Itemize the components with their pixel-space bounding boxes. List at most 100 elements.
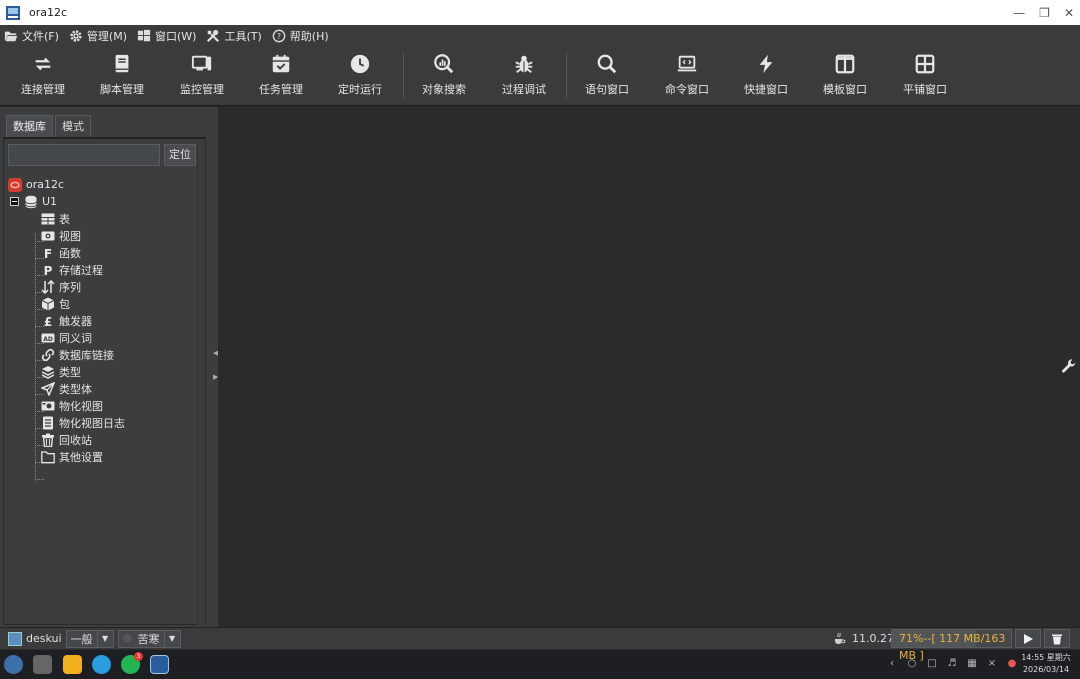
file-manager-icon[interactable] (63, 655, 82, 674)
tray-expand-icon[interactable]: ‹ (886, 658, 898, 670)
tree-item-other-settings[interactable]: 其他设置 (40, 448, 103, 465)
tree-item-recycle-bin[interactable]: 回收站 (40, 431, 92, 448)
materialized-view-icon (40, 398, 56, 414)
java-cup-icon (835, 632, 846, 644)
clock-date: 2026/03/14 (1022, 665, 1070, 674)
close-icon[interactable]: ✕ (1064, 6, 1074, 20)
tree-item-packages[interactable]: 包 (40, 295, 70, 312)
clock-time: 14:55 星期六 (1021, 653, 1071, 662)
tree-item-label: 其他设置 (59, 450, 103, 464)
tray-notify-icon[interactable]: □ (926, 658, 938, 670)
tool-monitor-manager[interactable]: 监控管理 (162, 46, 242, 106)
version-info: 11.0.27 (832, 631, 894, 645)
search-chart-icon (434, 54, 454, 74)
calendar-check-icon (272, 54, 290, 73)
tree-item-materialized-views[interactable]: 物化视图 (40, 397, 103, 414)
mode-select[interactable]: 一般 ▼ (65, 629, 114, 648)
menu-tools[interactable]: 工具(T) (206, 28, 262, 44)
function-icon: F (40, 245, 56, 261)
tool-shortcut-window[interactable]: 快捷窗口 (726, 46, 806, 106)
wrench-icon[interactable] (1061, 359, 1077, 375)
svg-text:£: £ (44, 315, 52, 328)
bug-icon (515, 55, 533, 73)
tool-label: 定时运行 (338, 83, 382, 96)
tree-item-type-bodies[interactable]: 类型体 (40, 380, 92, 397)
menu-file[interactable]: 文件(F) (4, 28, 59, 44)
multitask-view-icon[interactable] (33, 655, 52, 674)
chat-app-icon[interactable]: 3 (121, 652, 143, 674)
tray-volume-icon[interactable]: ♬ (946, 658, 958, 670)
tool-scheduled-run[interactable]: 定时运行 (320, 46, 400, 106)
tool-command-window[interactable]: 命令窗口 (647, 46, 727, 106)
layers-icon (40, 364, 56, 380)
tree-item-triggers[interactable]: £ 触发器 (40, 312, 92, 329)
monitor-icon (191, 55, 212, 71)
tree-item-label: 回收站 (59, 433, 92, 447)
tray-keyboard-icon[interactable]: ▦ (966, 658, 978, 670)
tool-template-window[interactable]: 模板窗口 (805, 46, 885, 106)
tool-statement-window[interactable]: 语句窗口 (567, 46, 647, 106)
tool-object-search[interactable]: 对象搜索 (404, 46, 484, 106)
link-icon (40, 347, 56, 363)
paper-plane-icon (40, 381, 56, 397)
memory-usage-bar[interactable]: 71%--[ 117 MB/163 MB ] (891, 629, 1012, 662)
package-cube-icon (40, 296, 56, 312)
columns-icon (835, 54, 855, 74)
tree-item-label: 物化视图日志 (59, 416, 125, 430)
minimize-icon[interactable]: — (1013, 6, 1025, 20)
menu-manage[interactable]: 管理(M) (69, 28, 127, 44)
tree-item-mview-logs[interactable]: 物化视图日志 (40, 414, 125, 431)
locate-button[interactable]: 定位 (164, 144, 196, 166)
tab-database[interactable]: 数据库 (6, 115, 53, 137)
folder-icon (40, 449, 56, 465)
tool-label: 语句窗口 (585, 83, 629, 96)
start-menu-icon[interactable] (4, 655, 23, 674)
system-clock[interactable]: 14:55 星期六 2026/03/14 (1020, 652, 1072, 676)
tool-procedure-debug[interactable]: 过程调试 (484, 46, 564, 106)
tree-node-root[interactable]: ora12c (7, 176, 64, 193)
laptop-code-icon (677, 55, 697, 72)
tree-item-db-links[interactable]: 数据库链接 (40, 346, 114, 363)
tree-item-label: 序列 (59, 280, 81, 294)
user-icon (8, 631, 22, 646)
tree-item-tables[interactable]: 表 (40, 210, 70, 227)
db-client-taskbar-icon[interactable] (150, 655, 169, 674)
main-toolbar: 连接管理 脚本管理 监控管理 任务管理 定时运行 对象搜索 过程调试 语句窗口 … (0, 46, 1080, 106)
tree-item-procedures[interactable]: P 存储过程 (40, 261, 103, 278)
menu-help[interactable]: ? 帮助(H) (272, 28, 329, 44)
tray-alert-icon[interactable]: ● (1006, 658, 1018, 670)
tree-item-label: 数据库链接 (59, 348, 114, 362)
menu-window[interactable]: 窗口(W) (137, 28, 196, 44)
tree-item-views[interactable]: 视图 (40, 227, 81, 244)
trash-icon (1052, 634, 1062, 644)
browser-icon[interactable] (92, 655, 111, 674)
garbage-collect-button[interactable] (1044, 629, 1070, 648)
tree-item-functions[interactable]: F 函数 (40, 244, 81, 261)
theme-select[interactable]: 苦寒 ▼ (117, 629, 181, 648)
tool-task-manager[interactable]: 任务管理 (241, 46, 321, 106)
tree-node-label: U1 (42, 195, 58, 208)
tree-item-synonyms[interactable]: AD 同义词 (40, 329, 92, 346)
tab-schema[interactable]: 模式 (55, 115, 91, 137)
title-bar: ora12c — ❐ ✕ (0, 0, 1080, 25)
menu-tools-label: 工具(T) (224, 29, 262, 43)
collapse-toggle[interactable] (10, 197, 19, 206)
object-search-input[interactable] (8, 144, 160, 166)
tree-item-label: 同义词 (59, 331, 92, 345)
tool-connection-manager[interactable]: 连接管理 (3, 46, 83, 106)
tray-network-icon[interactable]: × (986, 658, 998, 670)
help-icon: ? (272, 29, 286, 42)
tree-node-schema[interactable]: U1 (23, 193, 57, 210)
window-title: ora12c (29, 6, 68, 19)
sort-arrows-icon (40, 279, 56, 295)
run-button[interactable] (1015, 629, 1041, 648)
tree-scrollbar[interactable] (197, 139, 205, 625)
tree-item-sequences[interactable]: 序列 (40, 278, 81, 295)
menu-manage-label: 管理(M) (86, 29, 127, 43)
tree-item-types[interactable]: 类型 (40, 363, 81, 380)
view-icon (40, 228, 56, 244)
tool-script-manager[interactable]: 脚本管理 (82, 46, 162, 106)
tree-container: 定位 ora12c U1 表 视图 F 函数 P 存储过程 序列 包 £ 触发器… (3, 137, 206, 625)
tool-tile-window[interactable]: 平铺窗口 (885, 46, 965, 106)
restore-icon[interactable]: ❐ (1039, 6, 1050, 20)
